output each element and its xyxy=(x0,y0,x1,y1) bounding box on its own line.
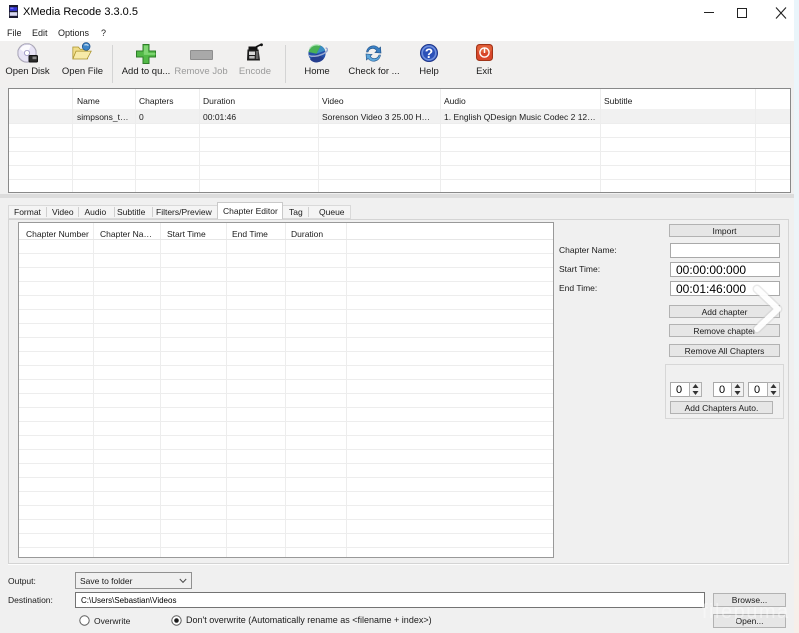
svg-text:?: ? xyxy=(425,46,433,61)
